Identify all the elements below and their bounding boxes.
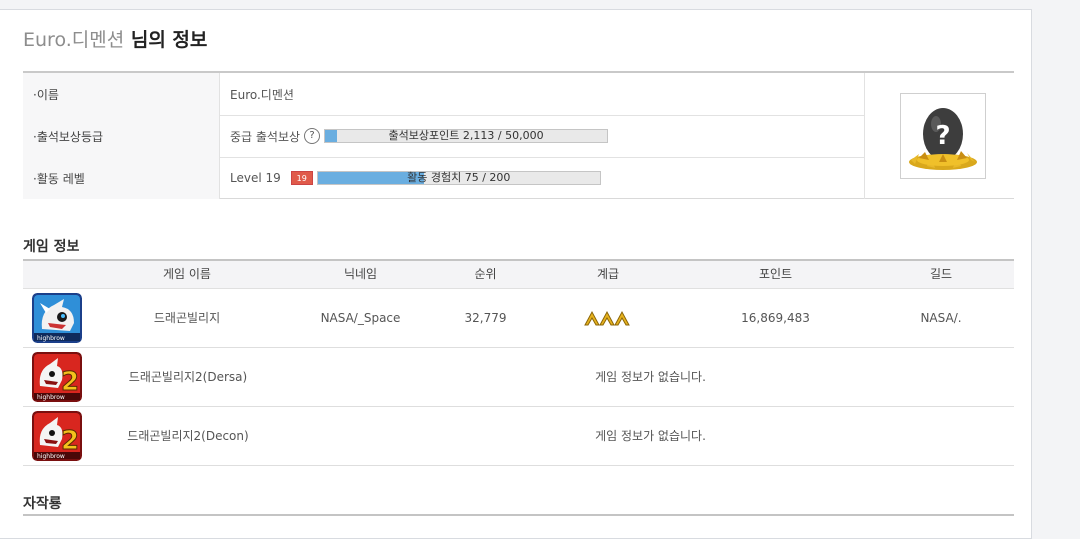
game-rank: 32,779 [464,311,507,325]
svg-text:2: 2 [61,367,79,397]
name-label: ·이름 [23,73,220,115]
svg-text:?: ? [935,121,950,151]
game-grade [538,289,678,354]
svg-text:highbrow: highbrow [37,394,65,401]
header-nickname: 닉네임 [343,267,378,281]
no-game-info-message: 게임 정보가 없습니다. [595,429,706,443]
game-name: 드래곤빌리지2(Dersa) [128,370,248,384]
attendance-value: 중급 출석보상 ? 출석보상포인트 2,113 / 50,000 [230,115,609,157]
attendance-progress-text: 출석보상포인트 2,113 / 50,000 [388,129,544,142]
name-value: Euro.디멘션 [230,87,294,102]
game-guild: NASA/. [920,311,962,325]
activity-label: ·활동 레벨 [23,157,220,199]
attendance-grade: 중급 출석보상 [230,129,301,144]
attendance-label: ·출석보상등급 [23,115,220,157]
profile-table: ·이름 Euro.디멘션 ·출석보상등급 중급 출석보상 ? 출석보상포인트 2… [23,71,1014,199]
header-guild: 길드 [929,267,953,281]
game-info-title: 게임 정보 [23,239,80,255]
dragon-village-2-icon[interactable]: 2 highbrow [32,352,82,402]
title-nickname: Euro.디멘션 [23,29,125,51]
help-icon[interactable]: ? [304,128,321,144]
profile-row-attendance: ·출석보상등급 중급 출석보상 ? 출석보상포인트 2,113 / 50,000 [23,115,864,158]
triple-gold-chevron-icon [583,289,633,347]
table-row: 2 highbrow 드래곤빌리지2(Decon) 게임 정보가 없습니다. [23,407,1014,466]
title-suffix: 님의 정보 [124,29,208,51]
creations-title: 자작룡 [23,496,62,512]
game-name: 드래곤빌리지2(Decon) [127,429,249,443]
level-badge: 19 [290,171,313,185]
table-header: 게임 이름 닉네임 순위 계급 포인트 길드 [23,261,1014,289]
page-title: Euro.디멘션 님의 정보 [23,28,207,52]
activity-progress-text: 활동 경험치 75 / 200 [407,171,511,184]
header-rank: 순위 [474,267,497,281]
profile-row-activity: ·활동 레벨 Level 19 19 활동 경험치 75 / 200 [23,157,864,199]
header-grade: 계급 [596,267,620,281]
activity-progress-bar: 활동 경험치 75 / 200 [316,171,601,185]
game-name: 드래곤빌리지 [153,311,221,325]
profile-row-name: ·이름 Euro.디멘션 [23,73,864,116]
game-nickname: NASA/_Space [320,311,401,325]
svg-text:highbrow: highbrow [37,335,65,342]
game-points: 16,869,483 [741,311,810,325]
table-row: highbrow 드래곤빌리지 NASA/_Space 32,779 16,86… [23,289,1014,348]
svg-text:2: 2 [61,426,79,456]
header-points: 포인트 [758,267,793,281]
attendance-progress-bar: 출석보상포인트 2,113 / 50,000 [324,129,609,143]
game-info-table: 게임 이름 닉네임 순위 계급 포인트 길드 highbrow 드래곤빌리지 N… [23,259,1014,466]
no-game-info-message: 게임 정보가 없습니다. [595,370,706,384]
activity-value: Level 19 19 활동 경험치 75 / 200 [230,157,601,199]
question-mark-egg-icon: ? [909,108,977,170]
header-game-name: 게임 이름 [163,267,211,281]
dragon-village-2-icon[interactable]: 2 highbrow [32,411,82,461]
section-divider [23,514,1014,516]
activity-level: Level 19 [230,171,281,185]
avatar[interactable]: ? [900,93,986,179]
svg-text:highbrow: highbrow [37,453,65,460]
dragon-village-icon[interactable]: highbrow [32,293,82,343]
table-row: 2 highbrow 드래곤빌리지2(Dersa) 게임 정보가 없습니다. [23,348,1014,407]
avatar-cell: ? [864,73,1014,199]
